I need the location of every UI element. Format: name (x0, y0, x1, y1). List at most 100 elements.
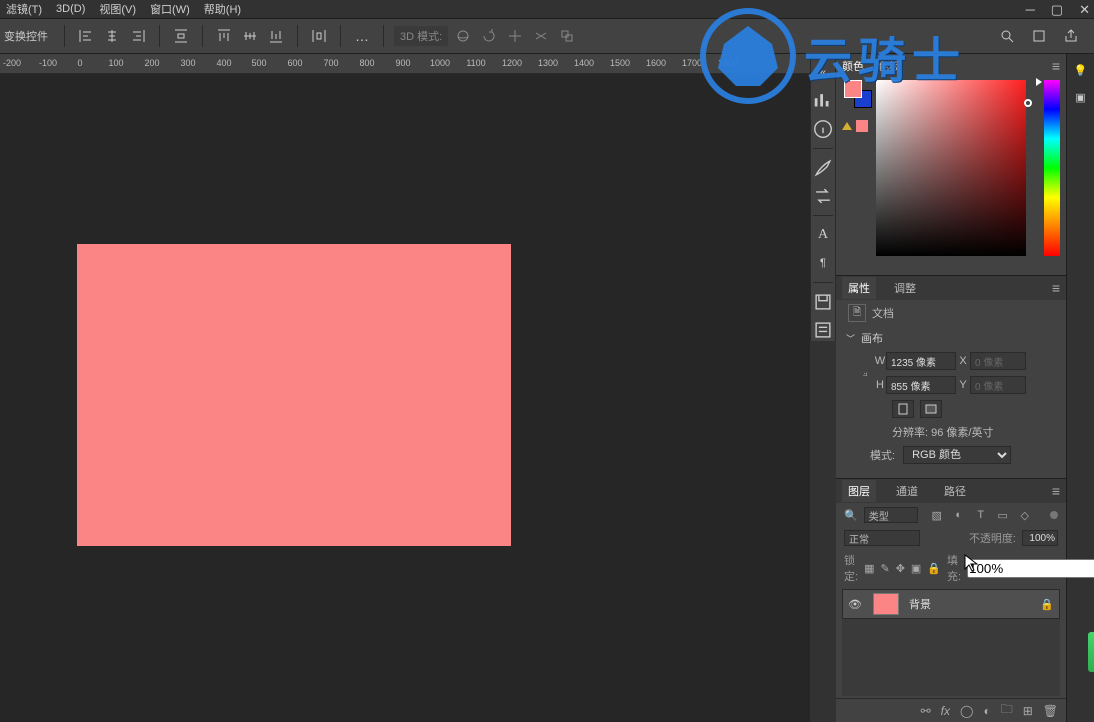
document-label: 文档 (872, 305, 894, 321)
slide-icon[interactable] (530, 25, 552, 47)
lock-icon[interactable]: 🔒 (1035, 598, 1059, 611)
height-input[interactable] (886, 376, 956, 394)
layer-name[interactable]: 背景 (905, 596, 1035, 612)
tab-adjustments[interactable]: 调整 (888, 277, 922, 299)
add-mask-icon[interactable]: ◯ (960, 704, 973, 718)
filter-toggle-icon[interactable] (1050, 511, 1058, 519)
new-layer-icon[interactable]: ⊞ (1023, 704, 1033, 718)
canvas-document[interactable] (77, 244, 511, 546)
filter-adjust-icon[interactable]: ◐ (952, 508, 966, 522)
new-group-icon[interactable]: 🗀 (1001, 700, 1013, 721)
lock-position-icon[interactable]: ✥ (896, 561, 905, 575)
distribute-h-icon[interactable] (170, 25, 192, 47)
color-field[interactable] (876, 80, 1026, 256)
layers-panel: 图层 通道 路径 ≡ 🔍 ▧ ◐ T ▭ ◇ 不透明度: (836, 479, 1066, 722)
ruler-tick: -100 (39, 58, 57, 68)
width-input[interactable] (886, 352, 956, 370)
collapse-icon[interactable]: « (812, 62, 834, 84)
filter-type-icon[interactable]: T (974, 508, 988, 522)
lock-transparency-icon[interactable]: ▦ (864, 561, 874, 575)
orientation-portrait-icon[interactable] (892, 400, 914, 418)
scale-icon[interactable] (556, 25, 578, 47)
foreground-color-swatch[interactable] (844, 80, 862, 98)
visibility-toggle-icon[interactable]: 👁 (843, 598, 867, 611)
document-view-icon[interactable] (1028, 25, 1050, 47)
menu-window[interactable]: 窗口(W) (150, 1, 190, 17)
swap-icon[interactable] (812, 185, 834, 207)
lock-all-icon[interactable]: 🔒 (927, 561, 941, 575)
section-canvas-label: 画布 (861, 330, 883, 346)
search-icon[interactable] (996, 25, 1018, 47)
menu-filter[interactable]: 滤镜(T) (6, 1, 42, 17)
info-icon[interactable] (812, 118, 834, 140)
delete-layer-icon[interactable]: 🗑 (1043, 704, 1058, 718)
opacity-input[interactable] (1022, 530, 1058, 546)
blend-mode-select[interactable] (844, 530, 920, 546)
y-input[interactable] (970, 376, 1026, 394)
filter-type-select[interactable] (864, 507, 918, 523)
tab-layers[interactable]: 图层 (842, 480, 876, 502)
layer-fx-icon[interactable]: fx (941, 704, 950, 718)
mode-select[interactable]: RGB 颜色 (903, 446, 1011, 464)
menu-help[interactable]: 帮助(H) (204, 1, 241, 17)
lock-artboard-icon[interactable]: ▣ (911, 561, 921, 575)
panel-menu-icon[interactable]: ≡ (1052, 280, 1060, 296)
align-right-icon[interactable] (127, 25, 149, 47)
bulb-icon[interactable]: 💡 (1074, 64, 1088, 77)
align-center-h-icon[interactable] (101, 25, 123, 47)
layer-thumbnail[interactable] (873, 593, 899, 615)
orientation-landscape-icon[interactable] (920, 400, 942, 418)
ruler-tick: 500 (251, 58, 266, 68)
distribute-v-icon[interactable] (308, 25, 330, 47)
hue-slider[interactable] (1044, 80, 1060, 256)
tab-swatch[interactable]: 色板 (878, 58, 900, 74)
section-canvas-header[interactable]: ﹀ 画布 (836, 326, 1066, 350)
align-top-icon[interactable] (213, 25, 235, 47)
resolution-value: 96 像素/英寸 (931, 427, 993, 439)
save-icon[interactable] (812, 291, 834, 313)
tab-properties[interactable]: 属性 (842, 277, 876, 299)
align-left-icon[interactable] (75, 25, 97, 47)
tab-color[interactable]: 颜色 (842, 58, 864, 74)
separator (813, 282, 833, 283)
orbit-icon[interactable] (452, 25, 474, 47)
side-tab-indicator[interactable] (1088, 632, 1094, 672)
frame-icon[interactable]: ▣ (1075, 91, 1085, 104)
lock-pixels-icon[interactable]: ✎ (880, 561, 889, 575)
menu-3d[interactable]: 3D(D) (56, 3, 85, 15)
layer-row[interactable]: 👁 背景 🔒 (842, 589, 1060, 619)
new-adjustment-icon[interactable]: ◐ (983, 704, 990, 718)
maximize-icon[interactable]: ▢ (1051, 2, 1063, 18)
more-icon[interactable]: … (351, 25, 373, 47)
panel-menu-icon[interactable]: ≡ (1052, 58, 1060, 74)
share-icon[interactable] (1060, 25, 1082, 47)
close-icon[interactable]: ✕ (1079, 2, 1090, 18)
menu-view[interactable]: 视图(V) (99, 1, 136, 17)
brush-icon[interactable] (812, 157, 834, 179)
rotate-icon[interactable] (478, 25, 500, 47)
x-input[interactable] (970, 352, 1026, 370)
align-middle-icon[interactable] (239, 25, 261, 47)
histogram-icon[interactable] (812, 90, 834, 112)
filter-smart-icon[interactable]: ◇ (1018, 508, 1032, 522)
note-icon[interactable] (812, 319, 834, 341)
panel-menu-icon[interactable]: ≡ (1052, 483, 1060, 499)
nearest-color-swatch[interactable] (856, 120, 868, 132)
type-icon[interactable]: A (812, 224, 834, 246)
tab-channels[interactable]: 通道 (890, 480, 924, 502)
link-dimensions-icon[interactable]: ⟓ (858, 367, 872, 380)
tab-paths[interactable]: 路径 (938, 480, 972, 502)
canvas-area[interactable] (0, 74, 810, 722)
color-picker-cursor[interactable] (1024, 99, 1032, 107)
paragraph-icon[interactable]: ¶ (812, 252, 834, 274)
link-layers-icon[interactable]: ⚯ (921, 704, 931, 718)
fill-input[interactable] (967, 559, 1094, 578)
filter-shape-icon[interactable]: ▭ (996, 508, 1010, 522)
pan-icon[interactable] (504, 25, 526, 47)
align-bottom-icon[interactable] (265, 25, 287, 47)
filter-pixel-icon[interactable]: ▧ (930, 508, 944, 522)
separator (64, 25, 65, 47)
search-icon[interactable]: 🔍 (844, 509, 858, 522)
ruler-tick: 700 (323, 58, 338, 68)
minimize-icon[interactable]: ─ (1026, 2, 1035, 18)
